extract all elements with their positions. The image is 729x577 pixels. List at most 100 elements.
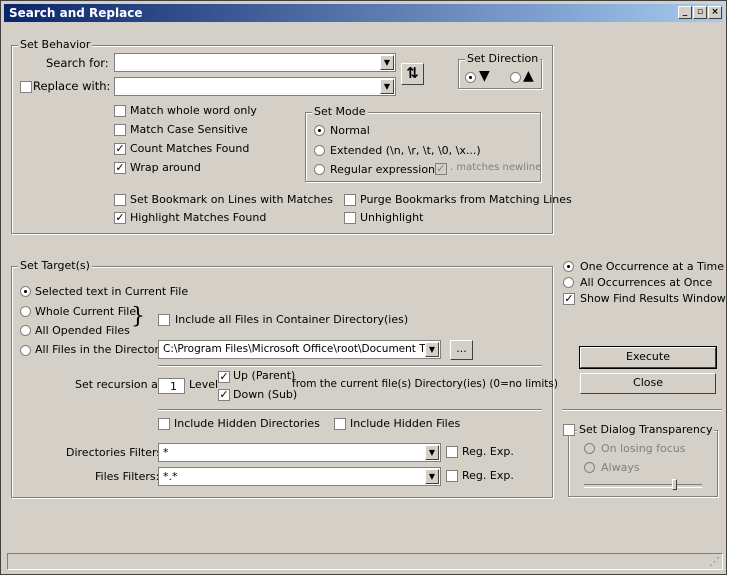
search-combo[interactable]: ▼ [114,53,396,72]
one-occurrence-radio[interactable] [563,261,574,272]
on-losing-focus-radio[interactable] [584,443,595,454]
mode-normal-radio[interactable] [314,125,325,136]
hidden-files-label: Include Hidden Files [350,417,461,430]
chevron-down-icon[interactable]: ▼ [380,55,394,70]
file-filter-combo[interactable]: *.* ▼ [158,467,441,486]
match-whole-word-label: Match whole word only [130,104,257,117]
chevron-down-icon[interactable]: ▼ [380,79,394,94]
mode-regex-label: Regular expression [330,163,436,176]
swap-button[interactable]: ⇅ [401,63,424,85]
title-bar: Search and Replace _ ▫ × [4,4,723,22]
purge-bookmarks-checkbox[interactable] [344,194,356,206]
unhighlight-label: Unhighlight [360,211,424,224]
recursion-label: Set recursion at: [75,378,166,391]
search-label: Search for: [46,56,109,70]
divider [562,409,722,411]
dir-regexp-checkbox[interactable] [446,446,458,458]
transparency-slider-thumb[interactable] [672,479,678,490]
chevron-down-icon[interactable]: ▼ [425,342,439,357]
target-all-in-dir-radio[interactable] [20,345,31,356]
hidden-dirs-label: Include Hidden Directories [174,417,320,430]
set-bookmark-label: Set Bookmark on Lines with Matches [130,193,334,206]
execute-button[interactable]: Execute [579,346,717,369]
target-whole-file-label: Whole Current File [35,305,137,318]
dir-filter-combo[interactable]: * ▼ [158,443,441,462]
all-occurrences-radio[interactable] [563,277,574,288]
always-label: Always [601,461,640,474]
resize-grip-icon[interactable]: ⋰ [709,555,720,568]
arrow-up-icon: ▲ [523,68,534,84]
divider [158,365,542,367]
chevron-down-icon[interactable]: ▼ [425,469,439,484]
set-bookmark-checkbox[interactable] [114,194,126,206]
replace-combo[interactable]: ▼ [114,77,396,96]
dir-regexp-label: Reg. Exp. [462,445,514,458]
show-results-label: Show Find Results Window [580,292,726,305]
mode-extended-radio[interactable] [314,145,325,156]
recursion-input[interactable]: 1 [158,378,185,394]
restore-button[interactable]: ▫ [693,6,707,19]
file-filter-input[interactable]: *.* [163,470,178,483]
count-matches-label: Count Matches Found [130,142,250,155]
level-label: Level [189,378,219,391]
show-results-checkbox[interactable]: ✓ [563,293,575,305]
mode-group-label: Set Mode [312,105,368,118]
purge-bookmarks-label: Purge Bookmarks from Matching Lines [360,193,572,206]
brace-icon: } [131,304,145,329]
up-parent-checkbox[interactable]: ✓ [218,371,230,383]
highlight-checkbox[interactable]: ✓ [114,212,126,224]
directory-input[interactable]: C:\Program Files\Microsoft Office\root\D… [163,343,425,355]
target-selected-radio[interactable] [20,286,31,297]
behavior-group-label: Set Behavior [18,38,93,51]
target-group-label: Set Target(s) [18,259,92,272]
arrow-down-icon: ▼ [479,68,490,84]
close-button[interactable]: Close [580,373,716,394]
up-parent-label: Up (Parent) [233,369,296,382]
direction-group-label: Set Direction [465,52,541,65]
all-occurrences-label: All Occurrences at Once [580,276,713,289]
transparency-checkbox[interactable] [563,424,575,436]
transparency-slider-track[interactable] [584,484,702,488]
swap-icon: ⇅ [406,64,419,82]
matches-newline-checkbox[interactable]: ✓ [435,163,447,175]
replace-checkbox[interactable] [20,81,32,93]
unhighlight-checkbox[interactable] [344,212,356,224]
close-window-button[interactable]: × [708,6,722,19]
matches-newline-label: . matches newline [450,162,542,173]
dir-filter-input[interactable]: * [163,446,169,459]
include-container-checkbox[interactable] [158,314,170,326]
target-all-opened-label: All Opended Files [35,324,130,337]
always-radio[interactable] [584,462,595,473]
status-bar [7,553,723,570]
browse-button[interactable]: ... [450,340,473,360]
divider [158,409,542,411]
mode-regex-radio[interactable] [314,164,325,175]
file-regexp-label: Reg. Exp. [462,469,514,482]
match-case-label: Match Case Sensitive [130,123,248,136]
recursion-value[interactable]: 1 [170,380,177,393]
wrap-around-checkbox[interactable]: ✓ [114,162,126,174]
replace-label: Replace with: [33,79,111,93]
include-container-label: Include all Files in Container Directory… [175,313,409,326]
search-replace-dialog: Search and Replace _ ▫ × Set Behavior Se… [0,0,727,575]
match-whole-word-checkbox[interactable] [114,105,126,117]
file-regexp-checkbox[interactable] [446,470,458,482]
target-selected-label: Selected text in Current File [35,285,189,298]
mode-extended-label: Extended (\n, \r, \t, \0, \x...) [330,144,481,157]
hidden-dirs-checkbox[interactable] [158,418,170,430]
transparency-label: Set Dialog Transparency [577,423,715,436]
window-title: Search and Replace [9,6,143,20]
file-filter-label: Files Filters: [95,470,160,483]
target-whole-file-radio[interactable] [20,306,31,317]
direction-up-radio[interactable] [510,72,521,83]
highlight-label: Highlight Matches Found [130,211,267,224]
hidden-files-checkbox[interactable] [334,418,346,430]
direction-down-radio[interactable] [465,72,476,83]
directory-combo[interactable]: C:\Program Files\Microsoft Office\root\D… [158,340,441,359]
count-matches-checkbox[interactable]: ✓ [114,143,126,155]
target-all-opened-radio[interactable] [20,325,31,336]
down-sub-checkbox[interactable]: ✓ [218,389,230,401]
match-case-checkbox[interactable] [114,124,126,136]
minimize-button[interactable]: _ [678,6,692,19]
chevron-down-icon[interactable]: ▼ [425,445,439,460]
